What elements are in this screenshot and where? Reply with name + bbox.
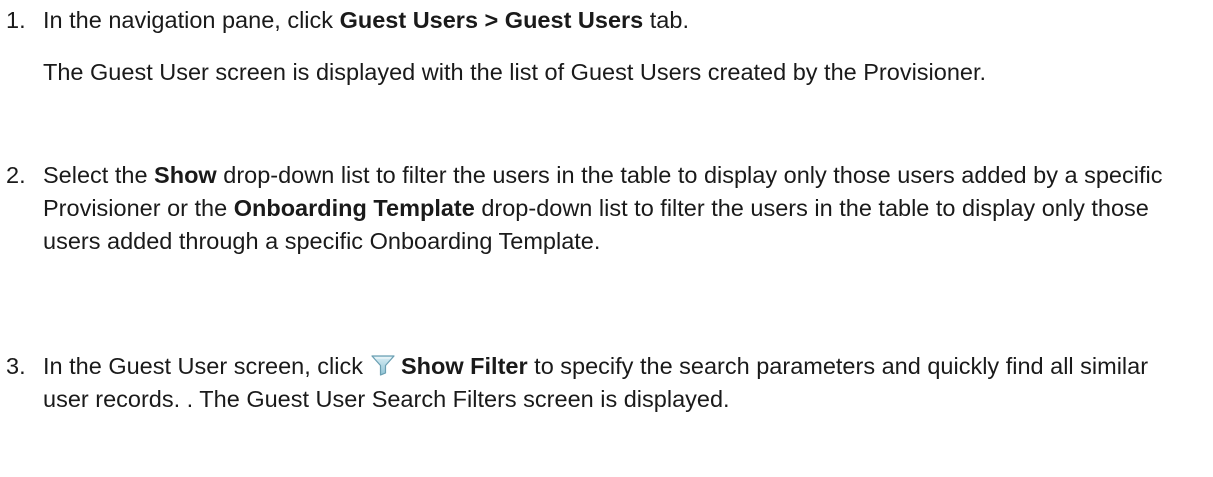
step-number: 2. [6,162,26,188]
step-number: 3. [6,353,26,379]
step-3-instruction: In the Guest User screen, click Show Fil… [43,350,1168,416]
step-1-note: The Guest User screen is displayed with … [43,59,987,85]
filter-icon [369,353,397,377]
step-number: 1. [6,7,26,33]
step-2-text-1: Select the [43,162,155,188]
step-2-bold-onboarding-template: Onboarding Template [233,195,475,221]
step-2-instruction: Select the Show drop-down list to filter… [43,159,1208,258]
step-2-bold-show: Show [154,162,217,188]
step-3-text-before: In the Guest User screen, click [43,353,363,379]
step-1-instruction: In the navigation pane, click Guest User… [43,4,1203,37]
step-3-bold-show-filter: Show Filter [400,353,528,379]
step-1-bold-nav-path: Guest Users > Guest Users [339,7,644,33]
step-1-text-after: tab. [643,7,689,33]
step-1-text-before: In the navigation pane, click [43,7,340,33]
